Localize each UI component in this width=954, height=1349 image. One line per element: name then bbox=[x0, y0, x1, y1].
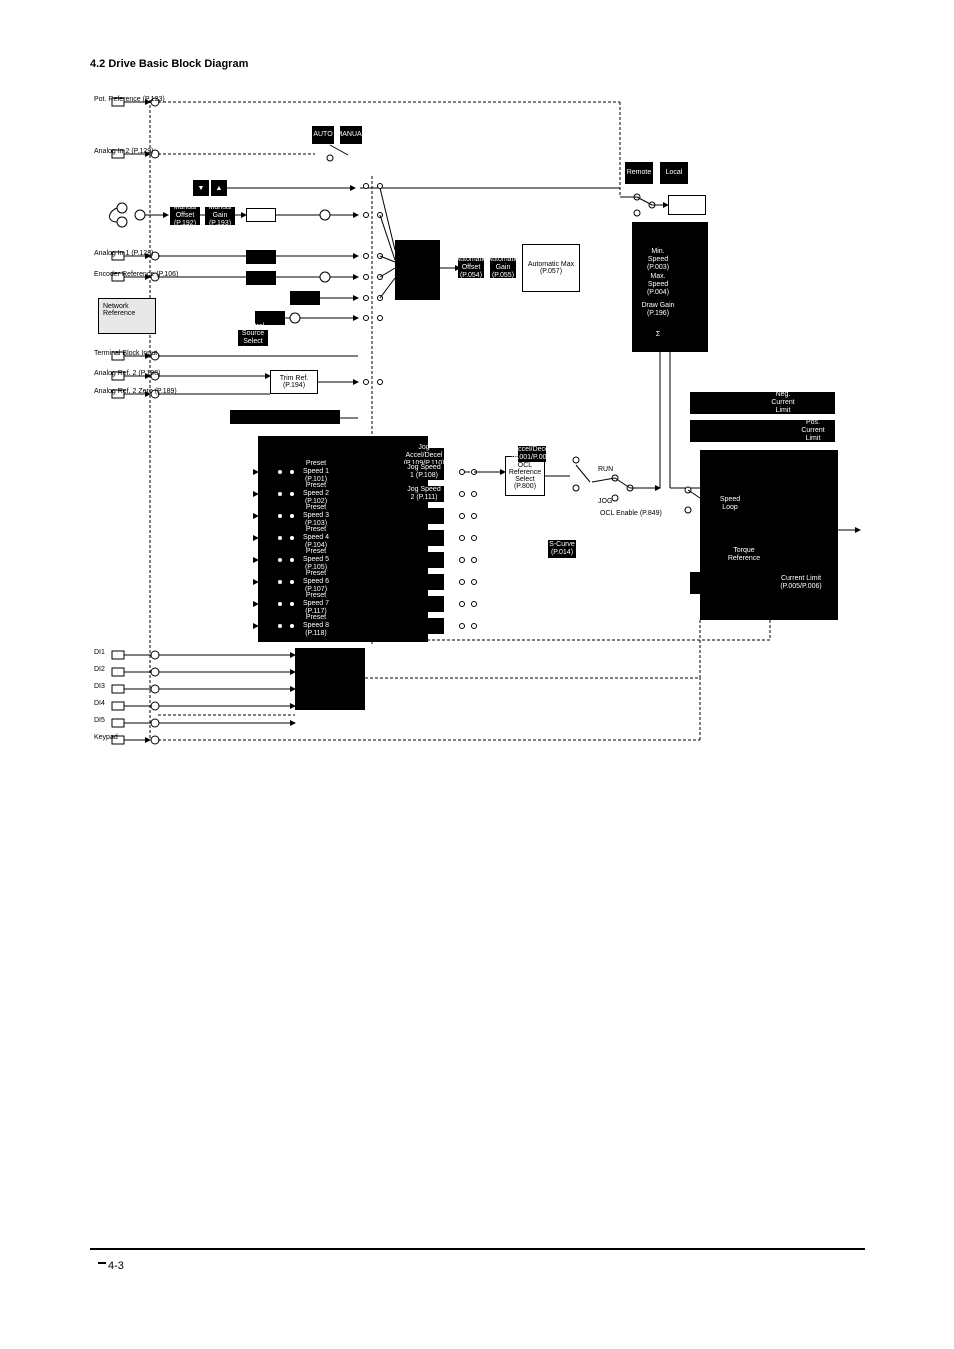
jog-8-block bbox=[404, 618, 444, 634]
jog-label: JOG bbox=[598, 498, 612, 505]
term-label-r2: Analog In 2 (P.129) bbox=[94, 148, 153, 155]
preset-6b-block bbox=[350, 574, 390, 590]
preset-5-block: Preset Speed 5 (P.105) bbox=[296, 552, 336, 568]
preset-7b-block bbox=[350, 596, 390, 612]
term-label-r123: Pot. Reference (P.123) bbox=[94, 96, 165, 103]
term-label-di1: DI1 bbox=[94, 649, 105, 656]
sramp-block: S-Curve (P.014) bbox=[548, 540, 576, 558]
preset-5b-block bbox=[350, 552, 390, 568]
mop-auto-icon: AUTO bbox=[312, 126, 334, 144]
term-label-r4: Encoder Reference (P.106) bbox=[94, 271, 178, 278]
preset-3b-block bbox=[350, 508, 390, 524]
jog-2-block: Jog Speed 2 (P.111) bbox=[404, 486, 444, 502]
remote-label-block: Remote bbox=[625, 162, 653, 184]
preset-7-block: Preset Speed 7 (P.117) bbox=[296, 596, 336, 612]
run-label: RUN bbox=[598, 466, 613, 473]
preset-8-block: Preset Speed 8 (P.118) bbox=[296, 618, 336, 634]
term-label-r3: Analog In 1 (P.128) bbox=[94, 250, 153, 257]
current-lim-block: Current Limit (P.005/P.006) bbox=[788, 574, 814, 592]
auto-gain-block: Automatic Gain (P.055) bbox=[490, 258, 516, 278]
min-speed-block: Min. Speed (P.003) bbox=[640, 250, 676, 270]
jog-6-block bbox=[404, 574, 444, 590]
draw-block: Draw Gain (P.196) bbox=[640, 300, 676, 320]
term-label-di3: DI3 bbox=[94, 683, 105, 690]
term-label-di5: DI5 bbox=[94, 717, 105, 724]
ocl-select-box: OCL Reference Select (P.800) bbox=[505, 456, 545, 496]
ocl-enable-label: OCL Enable (P.849) bbox=[600, 510, 662, 517]
jog-3-block bbox=[404, 508, 444, 524]
preset-3-block: Preset Speed 3 (P.103) bbox=[296, 508, 336, 524]
jog-5-block bbox=[404, 552, 444, 568]
term-label-di2: DI2 bbox=[94, 666, 105, 673]
jog-7-block bbox=[404, 596, 444, 612]
csr-select-block: Control Source Select (P.000) bbox=[238, 330, 268, 346]
local-label-block: Local bbox=[660, 162, 688, 184]
preset-8b-block bbox=[350, 618, 390, 634]
wiring-canvas bbox=[0, 0, 954, 760]
manual-offset-block: Manual Offset (P.192) bbox=[170, 207, 200, 225]
mop-dec-icon: ▼ bbox=[193, 180, 209, 196]
mop-inc-icon: ▲ bbox=[211, 180, 227, 196]
accdec-block: Accel/Decel (P.001/P.002) bbox=[518, 446, 546, 462]
sequencer-label: Digital Input Assignment (P.007/P.428) bbox=[300, 670, 360, 691]
network-source-box: Network Reference bbox=[98, 298, 156, 334]
term-label-t17: Analog Ref. 2 (P.188) bbox=[94, 370, 160, 377]
jog-1-block: Jog Speed 1 (P.108) bbox=[404, 464, 444, 480]
preset-2-block: Preset Speed 2 (P.102) bbox=[296, 486, 336, 502]
auto-offset-block: Automatic Offset (P.054) bbox=[458, 258, 484, 278]
term-label-di4: DI4 bbox=[94, 700, 105, 707]
preset-1-block: Preset Speed 1 (P.101) bbox=[296, 464, 336, 480]
preset-6-block: Preset Speed 6 (P.107) bbox=[296, 574, 336, 590]
mop-man-icon: MANUAL bbox=[340, 126, 362, 144]
page-number: 4-3 bbox=[108, 1260, 124, 1272]
preset-1b-block bbox=[350, 464, 390, 480]
spd-loop-block: Speed Loop bbox=[712, 468, 748, 540]
term-label-t18: Analog Ref. 2 Zero (P.189) bbox=[94, 388, 177, 395]
auto-max-box: Automatic Max (P.057) bbox=[522, 244, 580, 292]
preset-4-block: Preset Speed 4 (P.104) bbox=[296, 530, 336, 546]
neg-lim-block-2 bbox=[800, 394, 826, 412]
sum-block: Σ bbox=[640, 325, 676, 345]
pu-scale-box-1 bbox=[246, 208, 276, 222]
torque-block: Torque Reference bbox=[732, 546, 756, 564]
footer-divider bbox=[90, 1248, 865, 1250]
trim-ref-box: Trim Ref. (P.194) bbox=[270, 370, 318, 394]
neg-lim-block: Neg. Current Limit bbox=[770, 394, 796, 412]
preset-4b-block bbox=[350, 530, 390, 546]
max-speed-block: Max. Speed (P.004) bbox=[640, 275, 676, 295]
manual-gain-block: Manual Gain (P.193) bbox=[205, 207, 235, 225]
page-number-dash-icon bbox=[98, 1262, 106, 1264]
pos-lim-block: Pos. Current Limit bbox=[800, 422, 826, 440]
preset-2b-block bbox=[350, 486, 390, 502]
spd-ref-node bbox=[668, 195, 706, 215]
term-label-keypad: Keypad bbox=[94, 734, 118, 741]
jog-accel-block: Jog Accel/Decel (P.109/P.110) bbox=[404, 448, 444, 464]
jog-4-block bbox=[404, 530, 444, 546]
term-label-t16: Terminal Block Input bbox=[94, 350, 157, 357]
